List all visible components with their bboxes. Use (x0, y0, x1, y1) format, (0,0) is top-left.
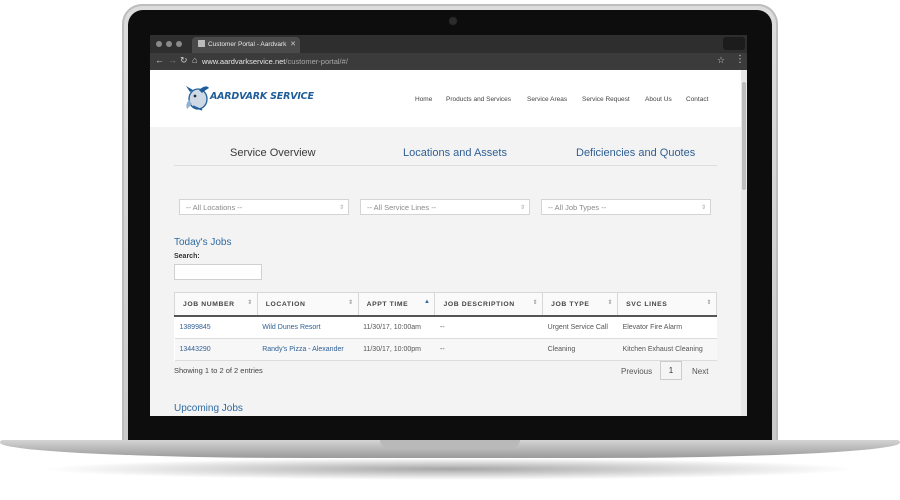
service-lines-select[interactable]: -- All Service Lines -- ⇕ (360, 199, 530, 215)
column-header-job-type[interactable]: JOB TYPE ⇕ (542, 292, 619, 317)
job-type-cell: Urgent Service Call (542, 316, 618, 339)
location-link[interactable]: Wild Dunes Resort (257, 316, 359, 339)
window-close-dot[interactable] (156, 41, 162, 47)
pagination-next[interactable]: Next (692, 367, 708, 376)
column-header-label: SVC LINES (626, 300, 668, 308)
sort-icon: ⇕ (247, 300, 253, 306)
tab-close-icon[interactable]: ✕ (290, 37, 296, 53)
job-number-link[interactable]: 13443290 (174, 338, 258, 361)
tab-deficiencies-and-quotes[interactable]: Deficiencies and Quotes (576, 147, 695, 159)
column-header-job-description[interactable]: JOB DESCRIPTION ⇕ (434, 292, 544, 317)
todays-jobs-title: Today's Jobs (174, 237, 232, 248)
select-arrows-icon: ⇕ (338, 205, 344, 211)
camera-icon (449, 17, 457, 25)
column-header-location[interactable]: LOCATION ⇕ (256, 292, 359, 317)
locations-select[interactable]: -- All Locations -- ⇕ (179, 199, 349, 215)
appt-time-cell: 11/30/17, 10:00pm (358, 338, 435, 361)
search-label: Search: (174, 253, 200, 260)
back-arrow-icon[interactable]: ← (155, 55, 164, 65)
column-header-label: LOCATION (265, 300, 306, 308)
nav-contact[interactable]: Contact (686, 96, 708, 103)
url-field[interactable]: www.aardvarkservice.net/customer-portal/… (202, 55, 722, 68)
job-description-cell: -- (434, 316, 543, 339)
window-zoom-dot[interactable] (176, 41, 182, 47)
home-icon[interactable]: ⌂ (192, 55, 197, 65)
pagination-page-1[interactable]: 1 (660, 361, 682, 380)
laptop-notch (380, 440, 520, 448)
section-divider (174, 165, 717, 166)
svc-lines-cell: Kitchen Exhaust Cleaning (617, 338, 717, 361)
page-scrollbar[interactable] (741, 70, 747, 416)
column-header-svc-lines[interactable]: SVC LINES ⇕ (617, 292, 717, 317)
nav-service-areas[interactable]: Service Areas (527, 96, 567, 103)
site-header: AARDVARK SERVICE Home Products and Servi… (150, 70, 741, 127)
reload-icon[interactable]: ↻ (180, 55, 188, 66)
table-info-text: Showing 1 to 2 of 2 entries (174, 366, 263, 375)
job-types-select[interactable]: -- All Job Types -- ⇕ (541, 199, 711, 215)
portal-tabs: Service Overview Locations and Assets De… (150, 127, 741, 187)
window-controls[interactable] (723, 37, 745, 50)
job-description-cell: -- (434, 338, 543, 361)
browser-window: Customer Portal - Aardvark Se ✕ ← → ↻ ⌂ … (150, 35, 747, 416)
select-arrows-icon: ⇕ (519, 205, 525, 211)
bookmark-star-icon[interactable]: ☆ (717, 55, 725, 66)
column-header-label: JOB NUMBER (183, 300, 235, 308)
tab-service-overview[interactable]: Service Overview (230, 147, 316, 159)
site-logo[interactable]: AARDVARK SERVICE (184, 82, 314, 114)
job-number-link[interactable]: 13899845 (174, 316, 258, 339)
table-row: 13899845 Wild Dunes Resort 11/30/17, 10:… (174, 316, 717, 339)
locations-select-value: -- All Locations -- (186, 203, 243, 212)
browser-tab[interactable]: Customer Portal - Aardvark Se ✕ (192, 37, 300, 53)
url-path: /customer-portal/#/ (285, 57, 348, 66)
column-header-label: JOB TYPE (551, 300, 590, 308)
job-types-select-value: -- All Job Types -- (548, 203, 607, 212)
svc-lines-cell: Elevator Fire Alarm (617, 316, 717, 339)
column-header-label: APPT TIME (366, 300, 409, 308)
location-link[interactable]: Randy's Pizza - Alexander (257, 338, 359, 361)
upcoming-jobs-title: Upcoming Jobs (174, 403, 243, 414)
web-page: AARDVARK SERVICE Home Products and Servi… (150, 70, 741, 416)
job-type-cell: Cleaning (542, 338, 618, 361)
browser-tab-title: Customer Portal - Aardvark Se (208, 41, 288, 48)
logo-text: AARDVARK SERVICE (210, 91, 314, 102)
sort-ascending-icon: ▲ (423, 299, 431, 305)
url-domain: www.aardvarkservice.net (202, 57, 286, 66)
select-arrows-icon: ⇕ (700, 205, 706, 211)
sort-icon: ⇕ (607, 300, 614, 306)
scrollbar-thumb[interactable] (742, 82, 746, 190)
favicon-icon (198, 40, 205, 47)
sort-icon: ⇕ (347, 300, 354, 306)
search-input[interactable] (174, 264, 262, 280)
forward-arrow-icon[interactable]: → (168, 55, 177, 65)
pagination-previous[interactable]: Previous (621, 367, 652, 376)
address-bar: ← → ↻ ⌂ www.aardvarkservice.net/customer… (150, 53, 747, 70)
aardvark-mascot-icon (186, 86, 209, 111)
column-header-label: JOB DESCRIPTION (443, 300, 515, 308)
sort-icon: ⇕ (706, 300, 712, 306)
sort-icon: ⇕ (532, 300, 539, 306)
browser-menu-icon[interactable]: ⋮ (735, 54, 745, 65)
nav-service-request[interactable]: Service Request (582, 96, 630, 103)
window-minimize-dot[interactable] (166, 41, 172, 47)
table-row: 13443290 Randy's Pizza - Alexander 11/30… (174, 338, 717, 361)
nav-home[interactable]: Home (415, 96, 432, 103)
tab-locations-and-assets[interactable]: Locations and Assets (403, 147, 507, 159)
laptop-shadow (40, 458, 860, 480)
todays-jobs-table: JOB NUMBER ⇕ LOCATION ⇕ APPT TIME ▲ JOB DES… (174, 292, 717, 361)
nav-products-and-services[interactable]: Products and Services (446, 96, 511, 103)
column-header-job-number[interactable]: JOB NUMBER ⇕ (174, 292, 258, 317)
browser-titlebar: Customer Portal - Aardvark Se ✕ (150, 35, 747, 53)
column-header-appt-time[interactable]: APPT TIME ▲ (357, 292, 436, 317)
appt-time-cell: 11/30/17, 10:00am (358, 316, 435, 339)
nav-about-us[interactable]: About Us (645, 96, 672, 103)
service-lines-select-value: -- All Service Lines -- (367, 203, 437, 212)
